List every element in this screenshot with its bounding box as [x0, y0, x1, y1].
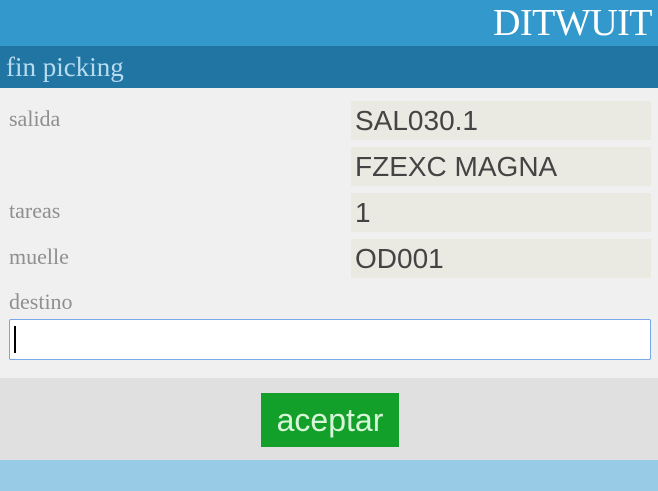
destino-input[interactable] [9, 319, 651, 360]
page-title: fin picking [6, 52, 124, 82]
text-caret [14, 326, 16, 353]
destino-label: destino [9, 289, 73, 314]
tareas-label: tareas [9, 198, 61, 223]
picking-form: salida SAL030.1 FZEXC MAGNA tareas 1 mue… [0, 88, 658, 378]
muelle-label: muelle [9, 244, 69, 269]
salida-label: salida [9, 106, 61, 131]
accept-button[interactable]: aceptar [261, 393, 399, 447]
muelle-value: OD001 [351, 239, 651, 278]
brand-logo-text: DITWUIT [493, 2, 652, 44]
tareas-value: 1 [351, 193, 651, 232]
footer-bar [0, 460, 658, 491]
page-title-bar: fin picking [0, 46, 658, 88]
app-header: DITWUIT [0, 0, 658, 46]
action-bar: aceptar [0, 378, 658, 460]
salida-value: SAL030.1 [351, 101, 651, 140]
salida-secondary-value: FZEXC MAGNA [351, 147, 651, 186]
